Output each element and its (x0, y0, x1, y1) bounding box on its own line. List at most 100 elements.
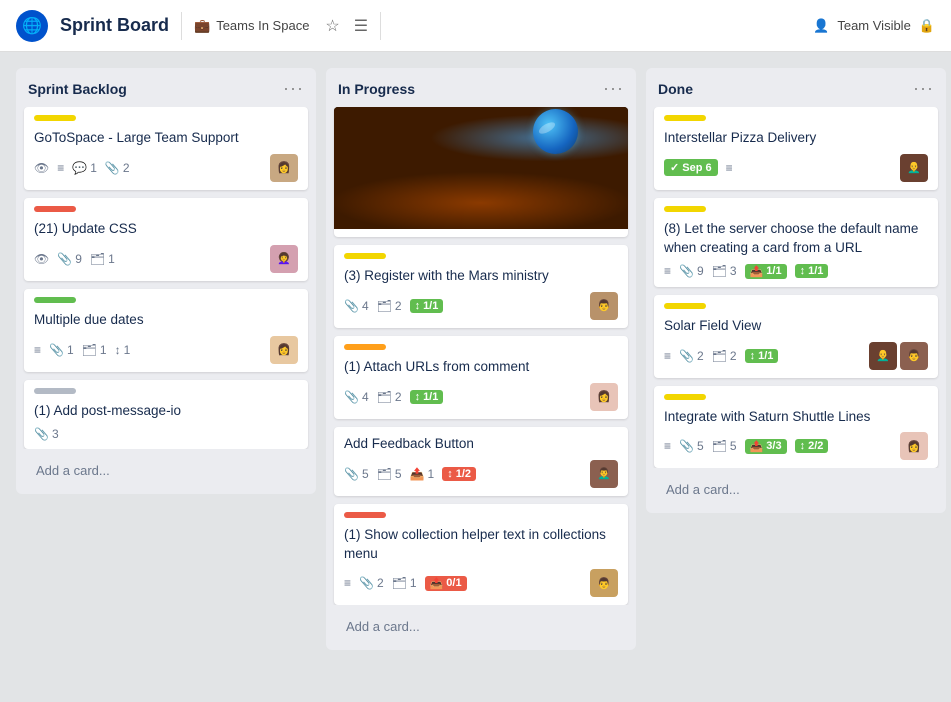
card-c1[interactable]: GoToSpace - Large Team Support 👁 ≡ 💬1 📎2… (24, 107, 308, 190)
header: 🌐 Sprint Board 💼 Teams In Space ☆ ☰ 👤 Te… (0, 0, 951, 52)
card-footer-c1: 👁 ≡ 💬1 📎2 👩 (34, 154, 298, 182)
card-title-c2: (21) Update CSS (34, 220, 298, 239)
avatar-group-c11: 👨‍🦲 👨 (869, 342, 928, 370)
meta-card2: 🗂1 (90, 252, 115, 266)
avatar-c12: 👩 (900, 432, 928, 460)
card-c9[interactable]: Interstellar Pizza Delivery ✓ Sep 6 ≡ 👨‍… (654, 107, 938, 190)
meta-attach: 📎2 (105, 161, 130, 175)
card-title-c6: (1) Attach URLs from comment (344, 358, 618, 377)
card-c6[interactable]: (1) Attach URLs from comment 📎4 🗂2 ↕1/1 … (334, 336, 628, 419)
card-title-c10: (8) Let the server choose the default na… (664, 220, 928, 258)
avatar-c11b: 👨 (900, 342, 928, 370)
card-c12[interactable]: Integrate with Saturn Shuttle Lines ≡ 📎5… (654, 386, 938, 469)
badge-c12a: 📤3/3 (745, 439, 787, 454)
badge-c5: ↕1/1 (410, 299, 444, 313)
column-done: Done ··· Interstellar Pizza Delivery ✓ S… (646, 68, 946, 513)
card-meta-c5: 📎4 🗂2 ↕1/1 (344, 299, 443, 313)
add-card-inprogress[interactable]: Add a card... (334, 611, 628, 642)
card-footer-c11: ≡ 📎2 🗂2 ↕1/1 👨‍🦲 👨 (664, 342, 928, 370)
card-footer-c10: ≡ 📎9 🗂3 📤1/1 ↕1/1 (664, 264, 928, 279)
card-footer-c9: ✓ Sep 6 ≡ 👨‍🦲 (664, 154, 928, 182)
card-meta-c8: ≡ 📎2 🗂1 📤0/1 (344, 576, 467, 591)
meta-card5: 🗂2 (377, 299, 402, 313)
meta-lines9: ≡ (726, 161, 733, 175)
badge-c12b: ↕2/2 (795, 439, 829, 453)
card-footer-c6: 📎4 🗂2 ↕1/1 👩 (344, 383, 618, 411)
card-title-c5: (3) Register with the Mars ministry (344, 267, 618, 286)
card-image-mars[interactable] (334, 107, 628, 237)
team-name[interactable]: 💼 Teams In Space (194, 18, 309, 34)
mars-image (334, 107, 628, 229)
lock-icon[interactable]: 🔒 (919, 18, 935, 34)
card-footer-c7: 📎5 🗂5 📤1 ↕1/2 👨‍🦱 (344, 460, 618, 488)
header-right: 👤 Team Visible 🔒 (813, 18, 935, 34)
card-title-c12: Integrate with Saturn Shuttle Lines (664, 408, 928, 427)
header-divider (181, 12, 182, 40)
card-c3[interactable]: Multiple due dates ≡ 📎1 🗂1 ↕1 👩 (24, 289, 308, 372)
meta-card12: 🗂5 (712, 439, 737, 453)
column-header-backlog: Sprint Backlog ··· (16, 68, 316, 107)
meta-card6: 🗂2 (377, 390, 402, 404)
card-label-c12 (664, 394, 706, 400)
avatar-c6: 👩 (590, 383, 618, 411)
meta-attach12: 📎5 (679, 439, 704, 453)
card-meta-c11: ≡ 📎2 🗂2 ↕1/1 (664, 349, 778, 363)
card-c2[interactable]: (21) Update CSS 👁 📎9 🗂1 👩‍🦱 (24, 198, 308, 281)
card-label-gray (34, 388, 76, 394)
add-card-backlog[interactable]: Add a card... (24, 455, 308, 486)
card-label-c5 (344, 253, 386, 259)
card-meta-c12: ≡ 📎5 🗂5 📤3/3 ↕2/2 (664, 439, 828, 454)
card-meta-c1: 👁 ≡ 💬1 📎2 (34, 161, 130, 175)
card-meta-c9: ✓ Sep 6 ≡ (664, 159, 733, 176)
earth-graphic (533, 109, 578, 154)
column-title-backlog: Sprint Backlog (28, 81, 127, 97)
meta-lines10: ≡ (664, 264, 671, 278)
column-menu-backlog[interactable]: ··· (283, 78, 304, 99)
column-menu-done[interactable]: ··· (913, 78, 934, 99)
card-c10[interactable]: (8) Let the server choose the default na… (654, 198, 938, 287)
badge-c8: 📤0/1 (425, 576, 467, 591)
meta-attach7: 📎5 (344, 467, 369, 481)
badge-c10a: 📤1/1 (745, 264, 787, 279)
meta-lines11: ≡ (664, 349, 671, 363)
card-title-c8: (1) Show collection helper text in colle… (344, 526, 618, 564)
badge-c6: ↕1/1 (410, 390, 444, 404)
avatar-c7: 👨‍🦱 (590, 460, 618, 488)
briefcase-icon: 💼 (194, 18, 210, 34)
card-meta-c6: 📎4 🗂2 ↕1/1 (344, 390, 443, 404)
meta-attach6: 📎4 (344, 390, 369, 404)
badge-c10b: ↕1/1 (795, 264, 829, 278)
board: Sprint Backlog ··· GoToSpace - Large Tea… (0, 52, 951, 702)
card-footer-c4: 📎3 (34, 427, 298, 441)
card-label-c11 (664, 303, 706, 309)
menu-icon[interactable]: ☰ (354, 16, 368, 36)
backlog-cards: GoToSpace - Large Team Support 👁 ≡ 💬1 📎2… (16, 107, 316, 449)
inprogress-cards: (3) Register with the Mars ministry 📎4 🗂… (326, 107, 636, 605)
star-icon[interactable]: ☆ (325, 16, 339, 36)
meta-card3: 🗂1 (82, 343, 107, 357)
card-c11[interactable]: Solar Field View ≡ 📎2 🗂2 ↕1/1 👨‍🦲 👨 (654, 295, 938, 378)
meta-comment: 💬1 (72, 161, 97, 175)
app-logo: 🌐 (16, 10, 48, 42)
card-meta-c7: 📎5 🗂5 📤1 ↕1/2 (344, 467, 476, 481)
column-menu-inprogress[interactable]: ··· (603, 78, 624, 99)
card-label-yellow (34, 115, 76, 121)
card-label-c8 (344, 512, 386, 518)
avatar-c2: 👩‍🦱 (270, 245, 298, 273)
card-c7[interactable]: Add Feedback Button 📎5 🗂5 📤1 ↕1/2 👨‍🦱 (334, 427, 628, 496)
card-label-c9 (664, 115, 706, 121)
date-badge-c9: ✓ Sep 6 (664, 159, 718, 176)
card-c8[interactable]: (1) Show collection helper text in colle… (334, 504, 628, 606)
card-c5[interactable]: (3) Register with the Mars ministry 📎4 🗂… (334, 245, 628, 328)
card-label-red (34, 206, 76, 212)
meta-lines12: ≡ (664, 439, 671, 453)
avatar-c3: 👩 (270, 336, 298, 364)
avatar-c1: 👩 (270, 154, 298, 182)
meta-eye: 👁 (34, 161, 49, 175)
meta-attach11: 📎2 (679, 349, 704, 363)
person-icon: 👤 (813, 18, 829, 34)
card-label-c6 (344, 344, 386, 350)
add-card-done[interactable]: Add a card... (654, 474, 938, 505)
header-divider-2 (380, 12, 381, 40)
card-c4[interactable]: (1) Add post-message-io 📎3 (24, 380, 308, 449)
